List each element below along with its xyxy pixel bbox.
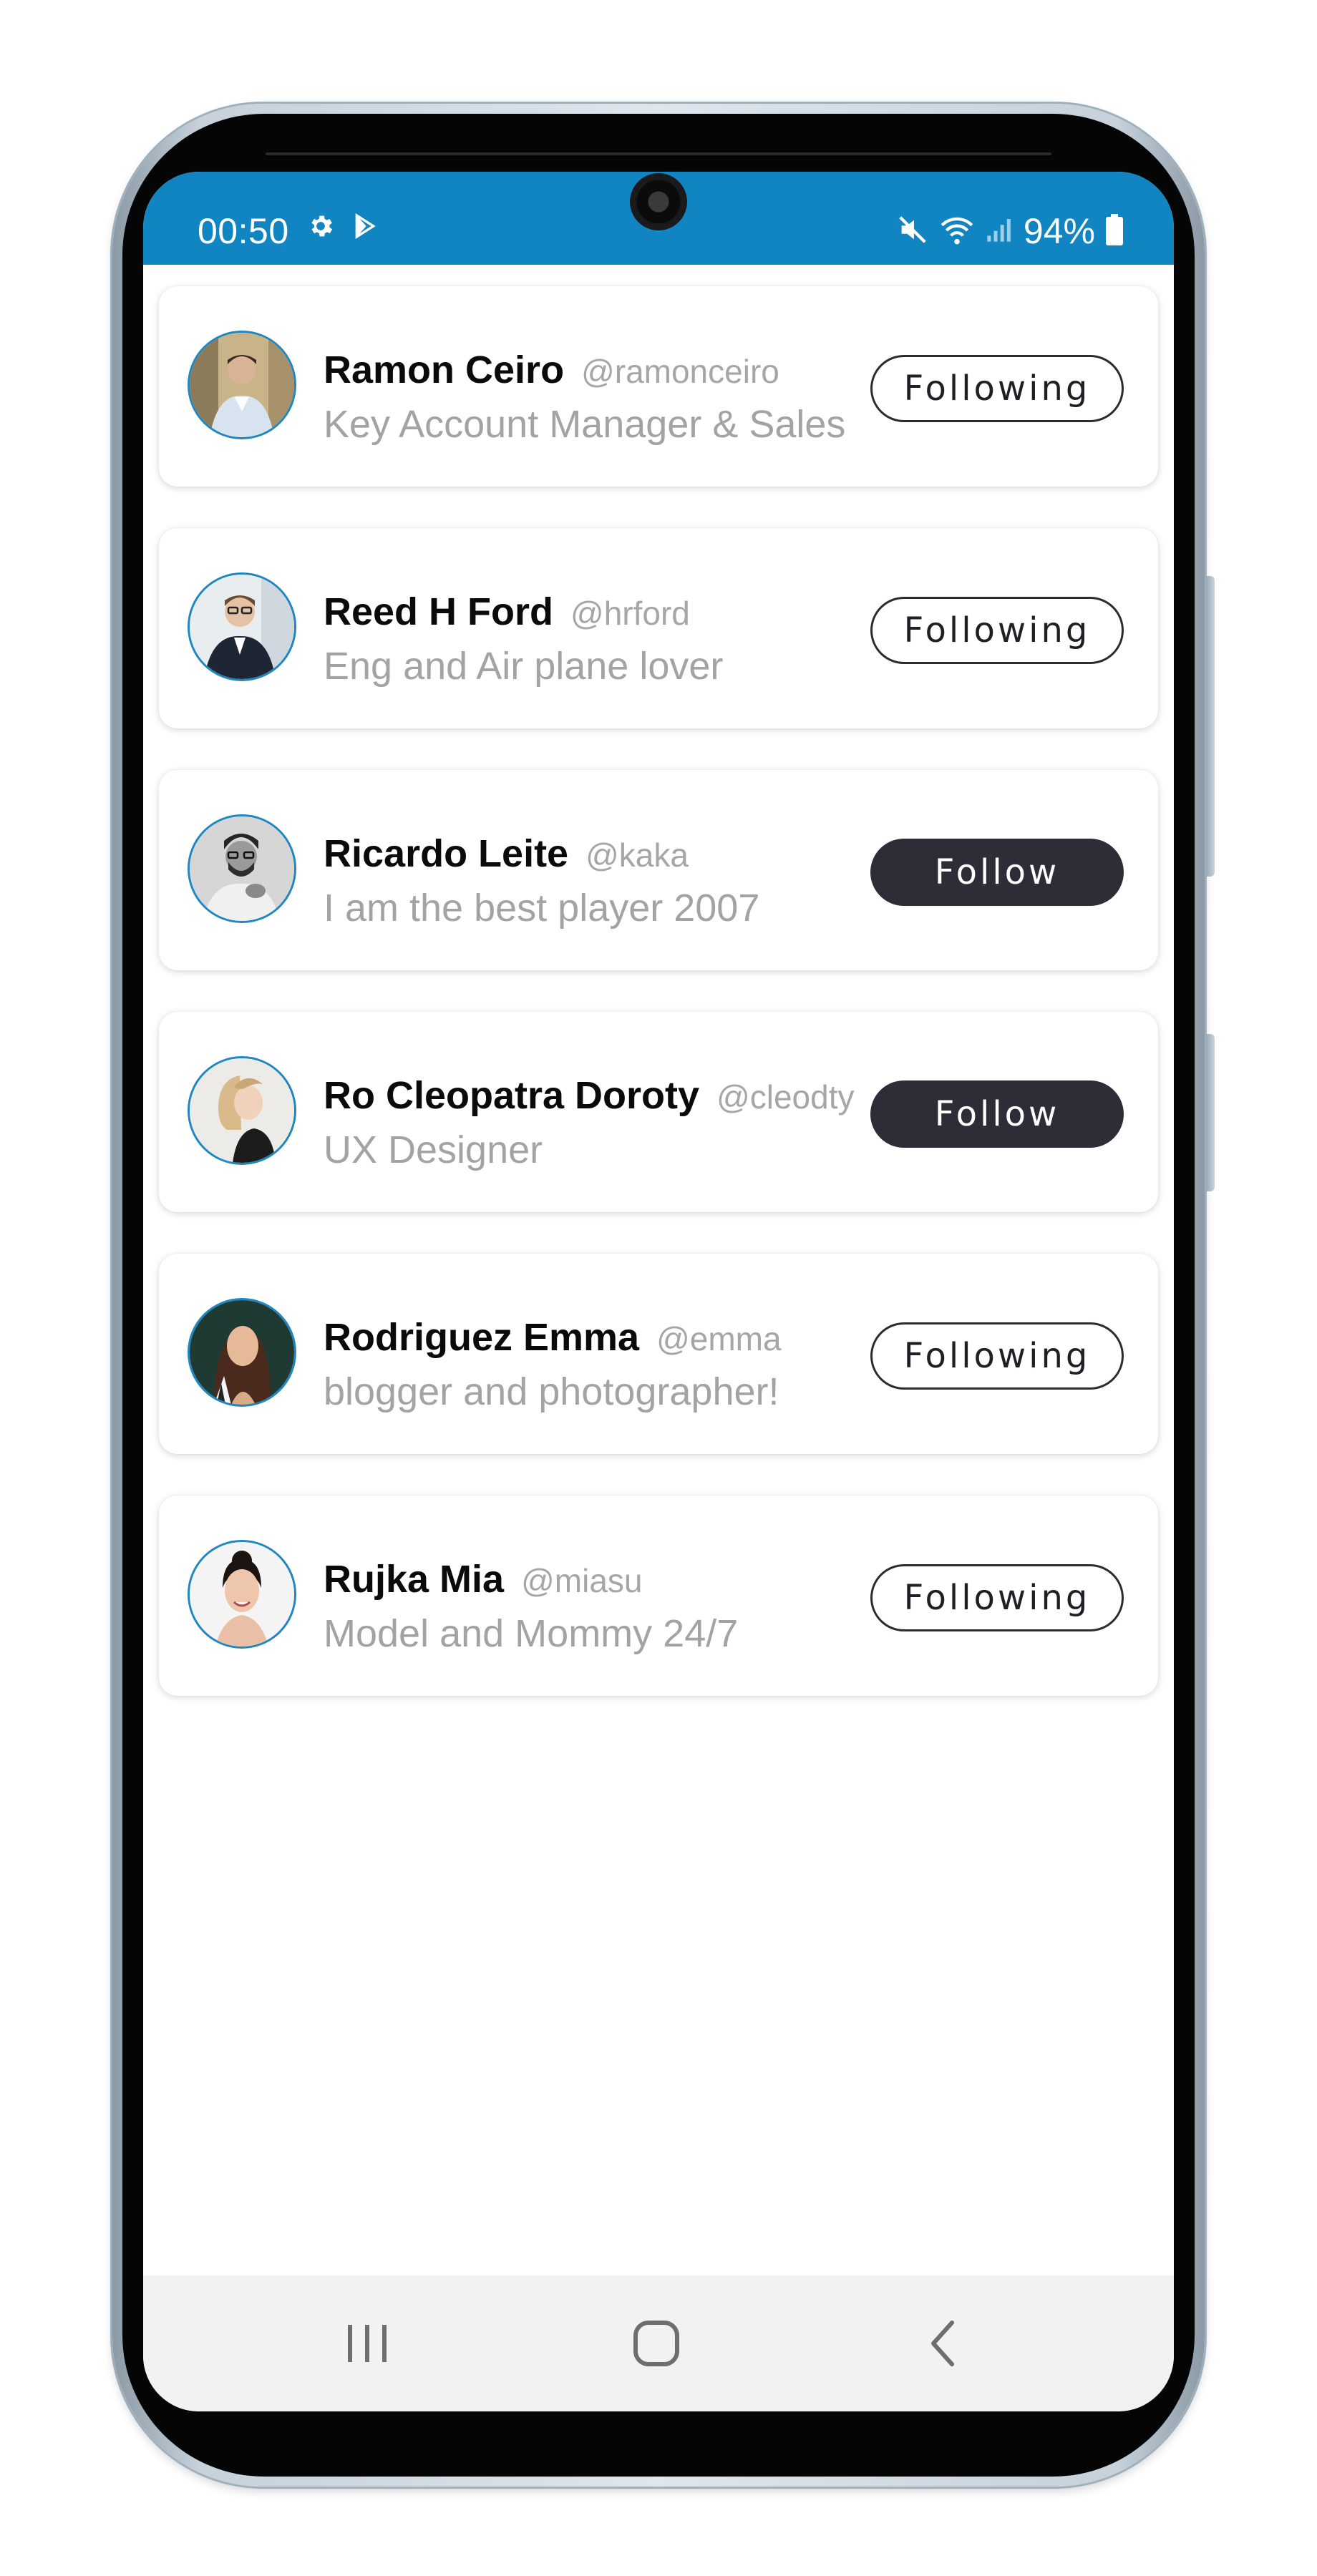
status-time: 00:50 <box>198 211 289 251</box>
user-handle: @cleodty <box>716 1078 855 1116</box>
list-item: Rujka Mia @miasu Model and Mommy 24/7 Fo… <box>159 1496 1158 1696</box>
name-line: Ricardo Leite @kaka <box>324 831 689 876</box>
wifi-icon <box>939 213 975 250</box>
user-name[interactable]: Ricardo Leite <box>324 831 568 876</box>
list-item: Ricardo Leite @kaka I am the best player… <box>159 770 1158 970</box>
avatar[interactable] <box>188 1540 296 1649</box>
name-line: Rodriguez Emma @emma <box>324 1315 782 1360</box>
status-right-icons: 94% <box>896 210 1124 252</box>
follow-button[interactable]: Follow <box>870 1080 1124 1148</box>
user-handle: @emma <box>656 1320 782 1357</box>
home-icon[interactable] <box>624 2315 689 2372</box>
following-button[interactable]: Following <box>870 1564 1124 1631</box>
user-handle: @kaka <box>585 836 689 874</box>
user-name[interactable]: Ramon Ceiro <box>324 348 564 392</box>
volume-button <box>1206 576 1215 877</box>
battery-icon <box>1105 213 1124 249</box>
following-button[interactable]: Following <box>870 355 1124 422</box>
following-button[interactable]: Following <box>870 1322 1124 1390</box>
mute-icon <box>896 213 929 250</box>
navigation-bar <box>143 2275 1174 2411</box>
name-line: Ramon Ceiro @ramonceiro <box>324 348 779 392</box>
user-bio: UX Designer <box>324 1128 543 1171</box>
avatar[interactable] <box>188 572 296 681</box>
following-button[interactable]: Following <box>870 597 1124 664</box>
user-name[interactable]: Rujka Mia <box>324 1557 504 1601</box>
recent-apps-icon[interactable] <box>335 2315 399 2372</box>
avatar[interactable] <box>188 331 296 439</box>
name-line: Ro Cleopatra Doroty @cleodty <box>324 1073 855 1118</box>
user-handle: @miasu <box>521 1562 643 1599</box>
status-bar: 00:50 94% <box>143 172 1174 265</box>
list-item: Reed H Ford @hrford Eng and Air plane lo… <box>159 528 1158 728</box>
signal-icon <box>985 215 1014 248</box>
battery-percentage: 94% <box>1023 211 1095 251</box>
user-bio: Key Account Manager & Sales <box>324 403 846 446</box>
user-bio: Model and Mommy 24/7 <box>324 1612 739 1655</box>
avatar[interactable] <box>188 1056 296 1165</box>
user-bio: I am the best player 2007 <box>324 887 760 930</box>
user-name[interactable]: Reed H Ford <box>324 590 553 634</box>
list-item: Rodriguez Emma @emma blogger and photogr… <box>159 1254 1158 1454</box>
user-handle: @ramonceiro <box>581 353 779 390</box>
user-bio: blogger and photographer! <box>324 1370 779 1413</box>
follow-button[interactable]: Follow <box>870 839 1124 906</box>
front-camera <box>630 173 687 230</box>
gear-icon <box>306 212 335 244</box>
earpiece-speaker <box>266 152 1051 155</box>
play-store-icon <box>351 212 379 244</box>
power-button <box>1206 1034 1215 1191</box>
list-item: Ramon Ceiro @ramonceiro Key Account Mana… <box>159 286 1158 487</box>
back-icon[interactable] <box>910 2315 975 2372</box>
user-bio: Eng and Air plane lover <box>324 645 724 688</box>
name-line: Reed H Ford @hrford <box>324 590 690 634</box>
user-name[interactable]: Ro Cleopatra Doroty <box>324 1073 699 1118</box>
user-name[interactable]: Rodriguez Emma <box>324 1315 639 1360</box>
status-left-icons <box>306 212 379 244</box>
list-item: Ro Cleopatra Doroty @cleodty UX Designer… <box>159 1012 1158 1212</box>
screen: 00:50 94% Ramon Ceiro @ramonceiro Key Ac… <box>143 172 1174 2411</box>
avatar[interactable] <box>188 1298 296 1407</box>
name-line: Rujka Mia @miasu <box>324 1557 642 1601</box>
avatar[interactable] <box>188 814 296 923</box>
user-handle: @hrford <box>570 595 690 632</box>
